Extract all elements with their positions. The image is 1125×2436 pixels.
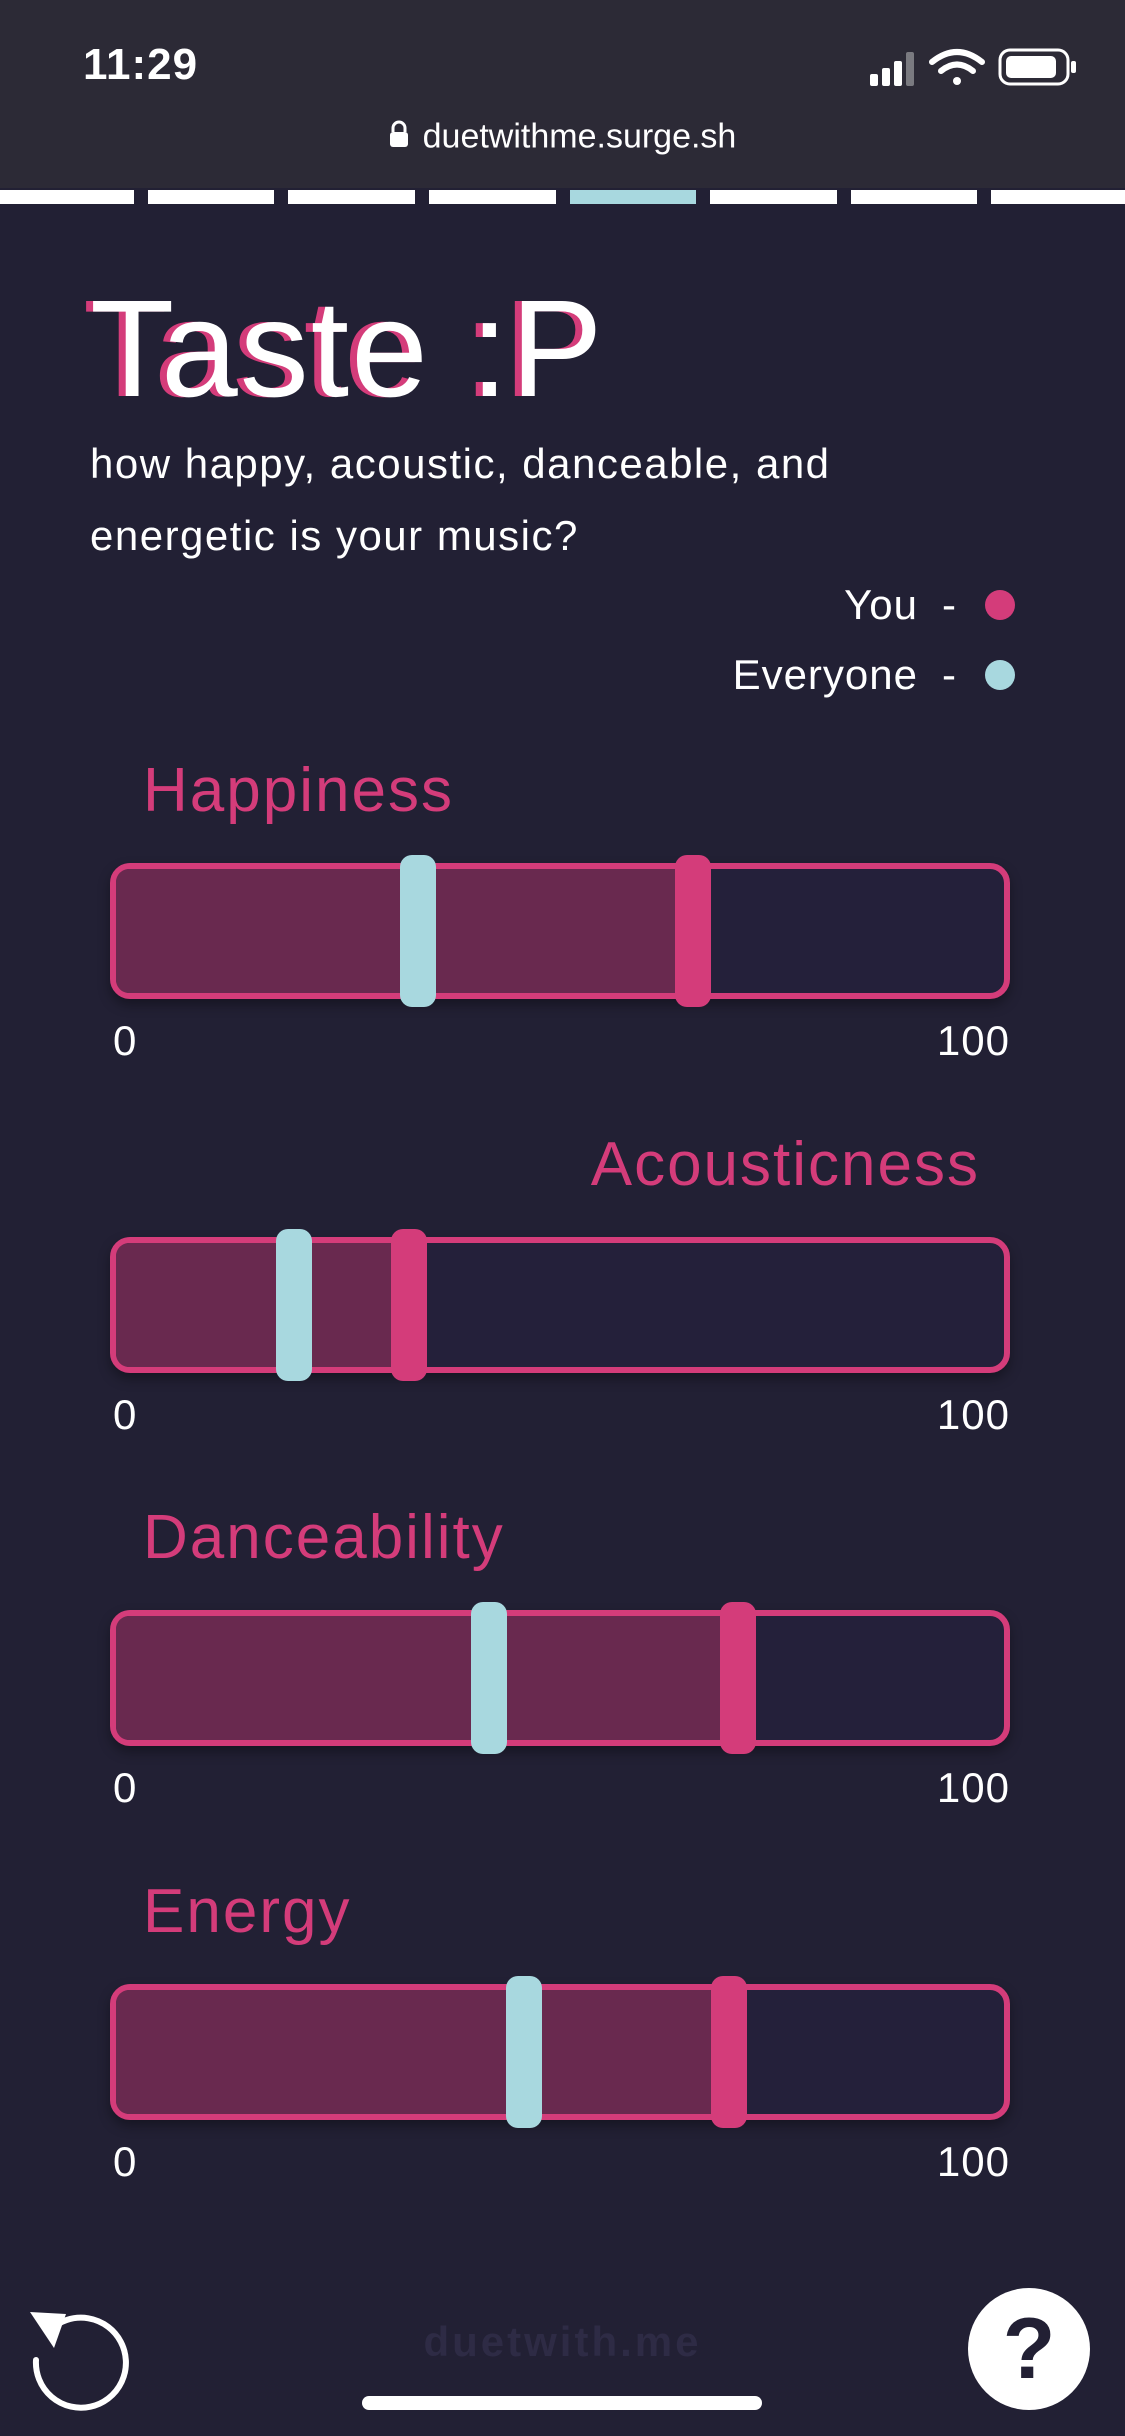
progress-step [288, 190, 415, 204]
slider-min-label: 0 [113, 1391, 138, 1438]
legend-row-you: You - [733, 573, 1015, 643]
metric-label: Danceability [143, 1503, 505, 1572]
page-title-text: Taste :P [90, 272, 605, 426]
home-indicator[interactable] [362, 2396, 762, 2410]
everyone-marker [275, 1229, 312, 1381]
everyone-marker [506, 1976, 543, 2128]
battery-icon [998, 48, 1076, 86]
legend-dash: - [942, 581, 957, 628]
lock-icon [389, 118, 409, 157]
legend-everyone-dot [985, 659, 1015, 690]
legend: You - Everyone - [733, 573, 1015, 713]
wifi-icon [929, 49, 985, 85]
status-icons [870, 46, 1080, 92]
slider-min-label: 0 [113, 1764, 138, 1811]
legend-row-everyone: Everyone - [733, 643, 1015, 713]
help-button[interactable]: ? [968, 2288, 1090, 2410]
progress-step [147, 190, 275, 204]
legend-you-label: You [844, 581, 918, 628]
metric-label: Acousticness [590, 1130, 980, 1199]
progress-step [569, 190, 697, 204]
slider-track[interactable] [110, 1229, 1010, 1381]
slider-max-label: 100 [936, 1764, 1010, 1811]
cellular-signal-icon [870, 52, 914, 86]
you-slider-thumb[interactable] [719, 1602, 756, 1754]
refresh-button[interactable] [20, 2298, 135, 2413]
refresh-icon [30, 2312, 129, 2411]
status-time: 11:29 [83, 40, 199, 89]
url-bar[interactable]: duetwithme.surge.sh [0, 116, 1125, 168]
progress-steps [0, 190, 1125, 204]
legend-you-dot [985, 589, 1015, 620]
url-text: duetwithme.surge.sh [422, 117, 737, 156]
progress-step [428, 190, 556, 204]
everyone-marker [470, 1602, 507, 1754]
everyone-marker [399, 855, 436, 1007]
you-slider-thumb[interactable] [710, 1976, 747, 2128]
slider-max-label: 100 [936, 1391, 1010, 1438]
progress-step [0, 190, 134, 204]
you-slider-thumb[interactable] [675, 855, 712, 1007]
metric-label: Energy [143, 1877, 352, 1946]
progress-step [850, 190, 978, 204]
slider-track[interactable] [110, 1976, 1010, 2128]
slider-track[interactable] [110, 1602, 1010, 1754]
slider-min-label: 0 [113, 1017, 138, 1064]
slider-track[interactable] [110, 855, 1010, 1007]
slider-min-label: 0 [113, 2138, 138, 2185]
legend-everyone-label: Everyone [732, 651, 918, 698]
slider-fill [116, 1243, 410, 1367]
footer-brand: duetwith.me [423, 2318, 702, 2365]
status-bar: 11:29 duetwithme.surge.sh [0, 0, 1125, 188]
slider-fill [116, 1616, 738, 1740]
progress-step [710, 190, 837, 204]
slider-max-label: 100 [936, 2138, 1010, 2185]
slider-max-label: 100 [936, 1017, 1010, 1064]
legend-dash: - [942, 651, 957, 698]
metric-label: Happiness [143, 756, 454, 825]
slider-fill [116, 1990, 729, 2114]
you-slider-thumb[interactable] [391, 1229, 428, 1381]
progress-step [991, 190, 1125, 204]
page-subtitle: how happy, acoustic, danceable, and ener… [90, 440, 831, 559]
page-title: Taste :P Taste :P [83, 270, 790, 426]
